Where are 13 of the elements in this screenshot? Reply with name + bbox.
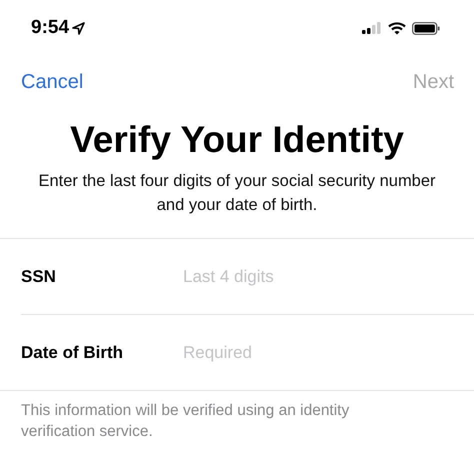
location-arrow-icon [72, 22, 86, 34]
footer-note: This information will be verified using an identity verification service. [21, 401, 350, 442]
status-time: 9:54 [31, 17, 70, 39]
page-title: Verify Your Identity [69, 118, 405, 162]
field-label: Date of Birth [21, 342, 124, 362]
subtitle: Enter the last four digits of your social security number and your date of birth. [37, 171, 437, 216]
battery-icon [412, 22, 440, 34]
wifi-icon [388, 22, 406, 34]
input-field[interactable]: Last 4 digits [183, 266, 423, 286]
field-label: SSN [21, 266, 57, 286]
cancel-button[interactable]: Cancel [21, 70, 84, 94]
signal-icon [362, 22, 382, 34]
input-field[interactable]: Required [183, 342, 423, 362]
